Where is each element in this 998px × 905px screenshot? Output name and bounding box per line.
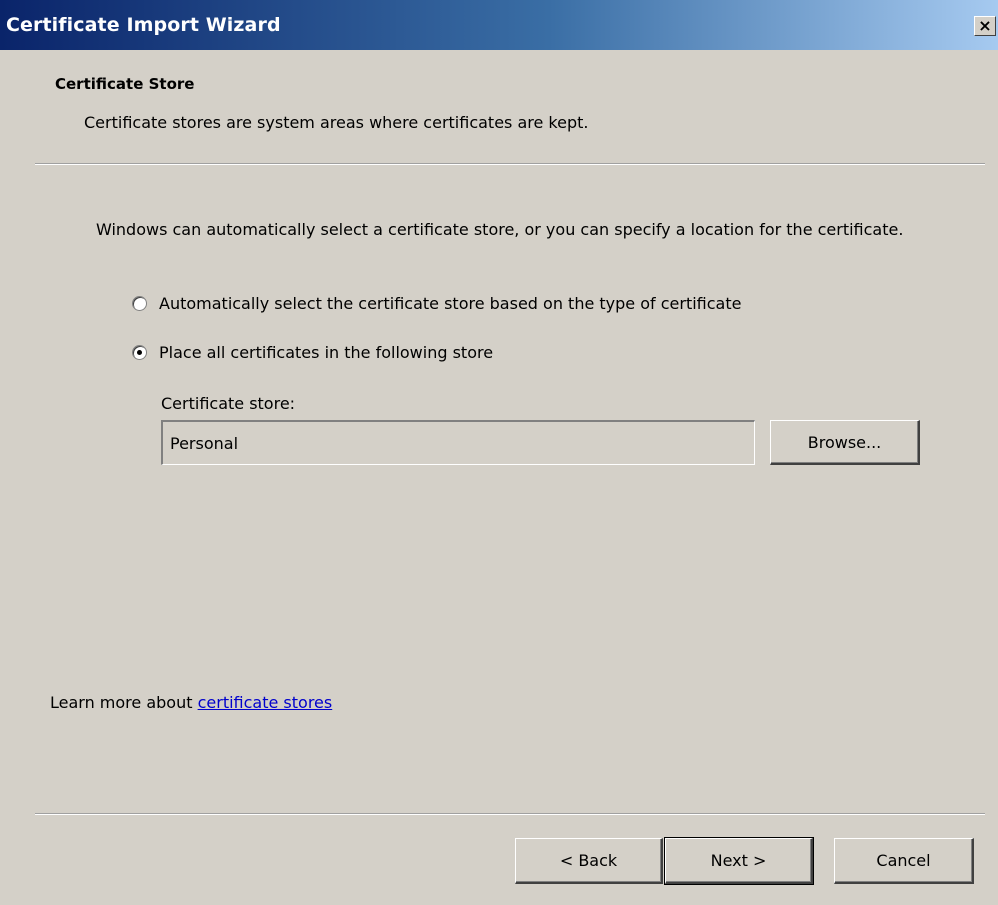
certificate-store-field[interactable] [161, 420, 755, 465]
radio-automatic-store[interactable]: Automatically select the certificate sto… [132, 294, 741, 313]
learn-more-text: Learn more about certificate stores [50, 693, 332, 712]
intro-text: Windows can automatically select a certi… [96, 220, 904, 239]
header-divider [35, 163, 985, 165]
back-button[interactable]: < Back [515, 838, 663, 884]
close-icon: × [978, 16, 992, 35]
title-bar: Certificate Import Wizard × [0, 0, 998, 50]
page-subtitle: Certificate stores are system areas wher… [84, 113, 589, 132]
radio-automatic-label[interactable]: Automatically select the certificate sto… [159, 294, 741, 313]
radio-place-indicator[interactable] [132, 345, 147, 360]
certificate-import-wizard-window: Certificate Import Wizard × Certificate … [0, 0, 998, 905]
page-title: Certificate Store [55, 75, 195, 93]
browse-button[interactable]: Browse... [770, 420, 920, 465]
radio-place-label[interactable]: Place all certificates in the following … [159, 343, 493, 362]
radio-automatic-indicator[interactable] [132, 296, 147, 311]
close-button[interactable]: × [974, 16, 996, 36]
footer-divider [35, 813, 985, 815]
certificate-stores-link[interactable]: certificate stores [198, 693, 333, 712]
window-title: Certificate Import Wizard [6, 14, 281, 36]
certificate-store-label: Certificate store: [161, 394, 296, 413]
cancel-button[interactable]: Cancel [834, 838, 974, 884]
learn-more-prefix: Learn more about [50, 693, 193, 712]
next-button[interactable]: Next > [664, 837, 814, 885]
radio-place-in-store[interactable]: Place all certificates in the following … [132, 343, 493, 362]
